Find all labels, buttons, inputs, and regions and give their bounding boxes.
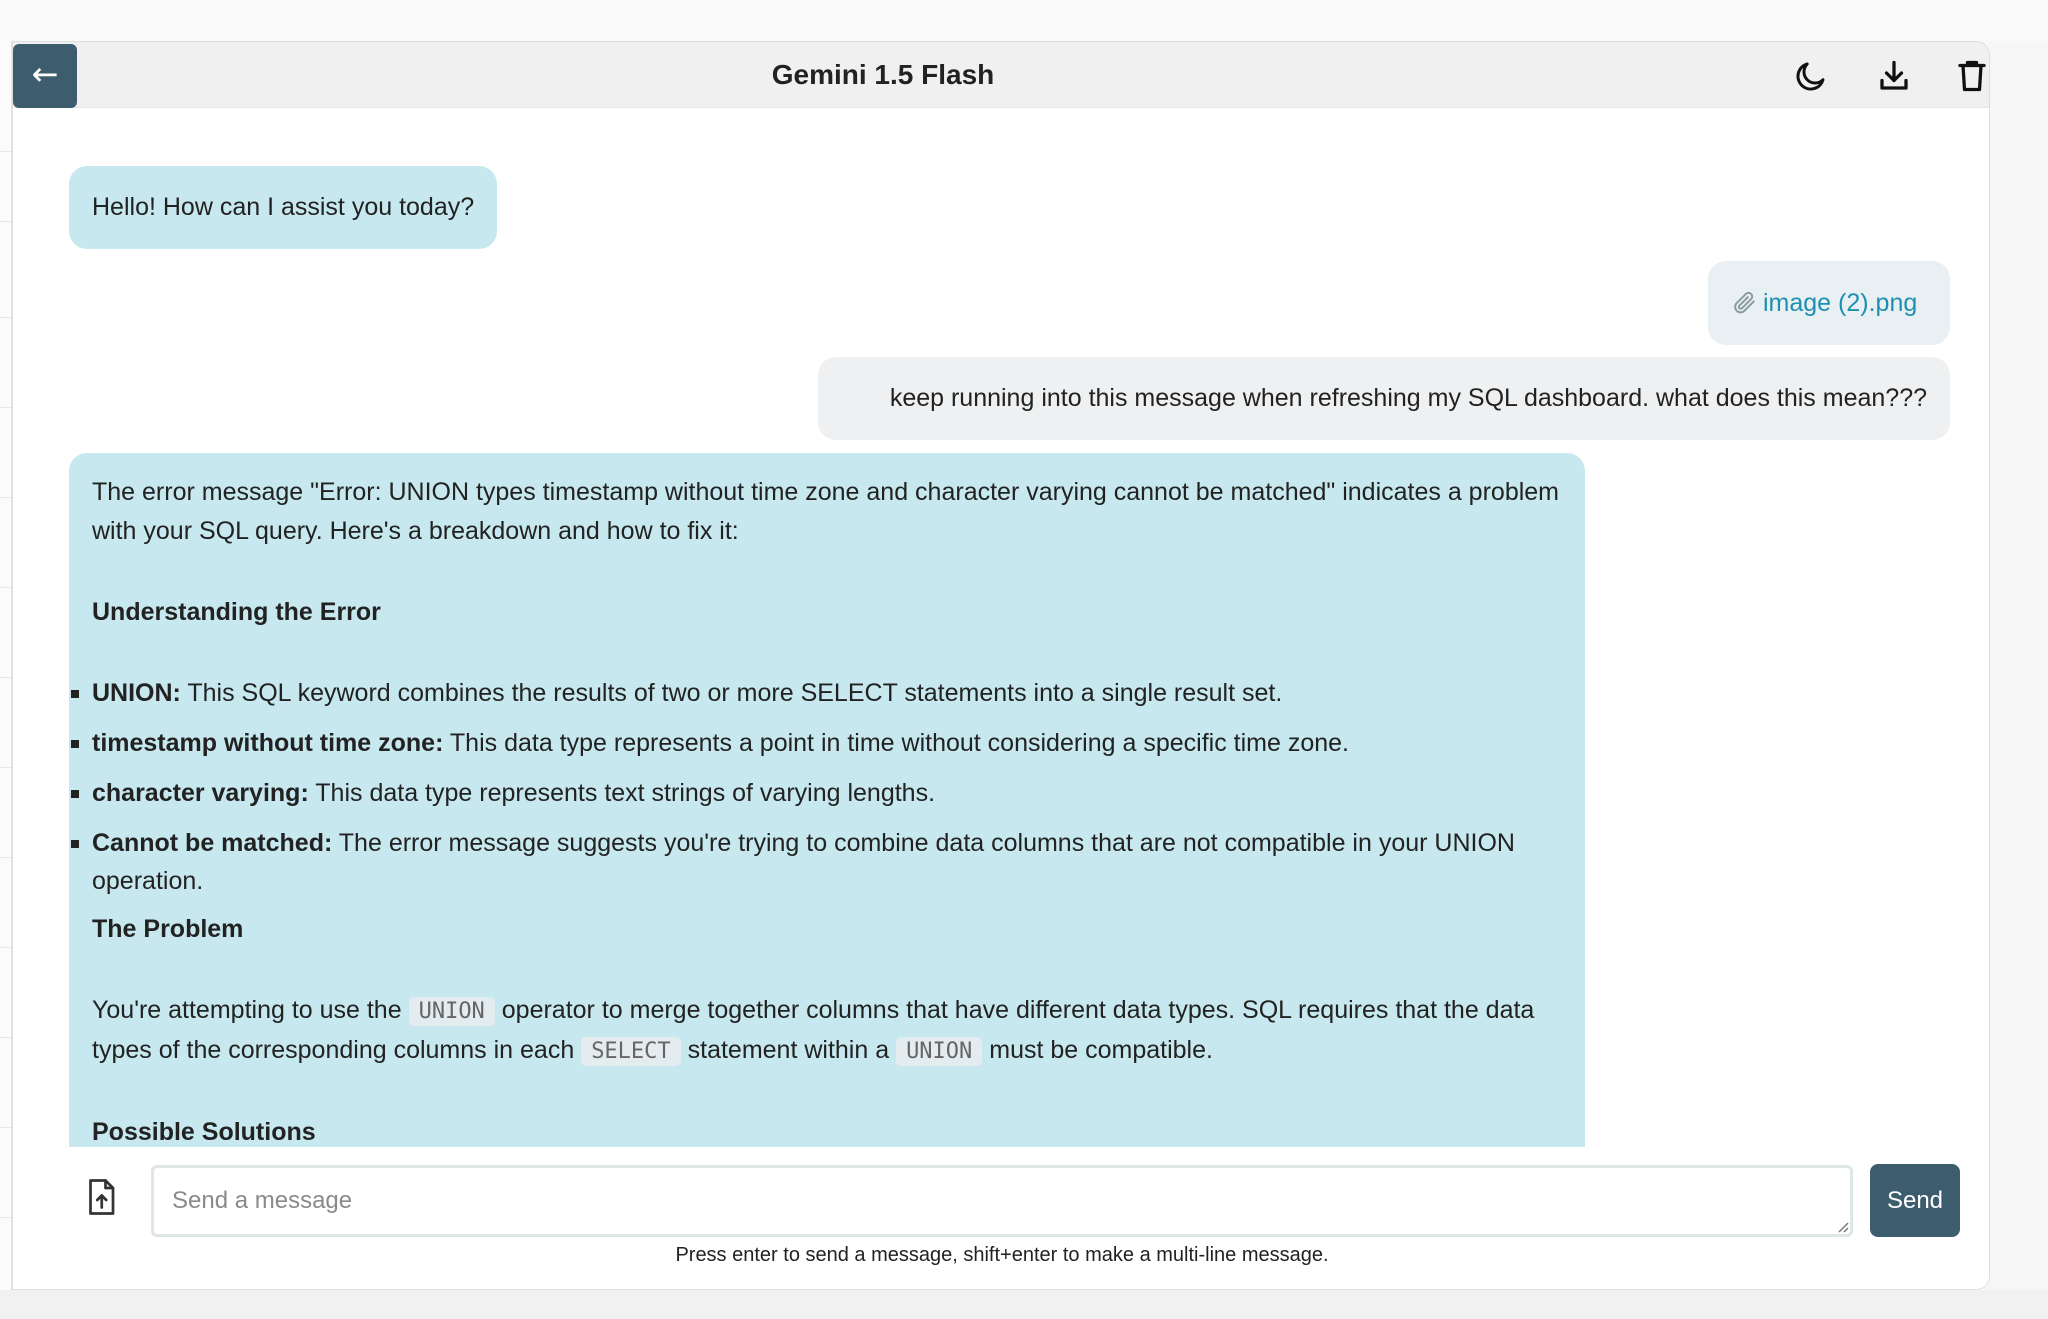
attachment-link[interactable]: image (2).png <box>1763 289 1917 317</box>
paperclip-icon <box>1731 265 1757 314</box>
input-hint: Press enter to send a message, shift+ent… <box>675 1244 1329 1266</box>
list-item: character varying: This data type repres… <box>71 774 1562 812</box>
attachment-message[interactable]: image (2).png <box>1708 261 1950 345</box>
heading-understanding: Understanding the Error <box>92 598 381 626</box>
code-snippet: UNION <box>408 997 495 1026</box>
message-list[interactable]: Hello! How can I assist you today? image… <box>13 108 1989 1189</box>
trash-icon[interactable] <box>1954 58 1989 94</box>
chat-window: ← Gemini 1.5 Flash Hello! How can I assi… <box>12 41 1990 1290</box>
list-item: Cannot be matched: The error message sug… <box>71 824 1562 900</box>
top-strip <box>0 0 2048 41</box>
composer: Send Press enter to send a message, shif… <box>13 1147 1989 1289</box>
problem-paragraph: You're attempting to use the UNION opera… <box>92 996 1535 1066</box>
page-title: Gemini 1.5 Flash <box>771 59 995 90</box>
list-item: UNION: This SQL keyword combines the res… <box>71 674 1562 712</box>
chat-header: ← Gemini 1.5 Flash <box>13 42 1989 108</box>
moon-icon[interactable] <box>1793 58 1829 94</box>
message-input[interactable] <box>151 1165 1853 1237</box>
code-snippet: UNION <box>896 1037 983 1066</box>
assistant-response: The error message "Error: UNION types ti… <box>69 453 1585 1189</box>
heading-problem: The Problem <box>92 915 244 943</box>
error-terms-list: UNION: This SQL keyword combines the res… <box>71 674 1562 900</box>
back-button[interactable]: ← <box>13 44 77 108</box>
file-upload-icon[interactable] <box>83 1177 119 1217</box>
assistant-message: Hello! How can I assist you today? <box>69 166 498 249</box>
download-icon[interactable] <box>1876 58 1912 94</box>
code-snippet: SELECT <box>581 1037 681 1066</box>
send-button[interactable]: Send <box>1870 1164 1960 1237</box>
response-intro: The error message "Error: UNION types ti… <box>92 478 1560 545</box>
user-message: keep running into this message when refr… <box>818 357 1950 440</box>
bottom-strip <box>0 1290 2048 1319</box>
resize-grip-icon[interactable] <box>1835 1219 1849 1233</box>
left-gutter <box>0 41 12 1290</box>
list-item: timestamp without time zone: This data t… <box>71 724 1562 762</box>
